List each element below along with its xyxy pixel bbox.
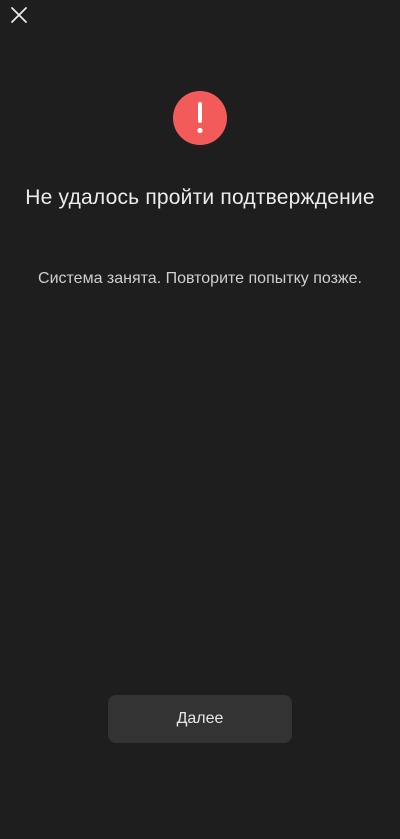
verification-failed-screen: Не удалось пройти подтверждение Система … <box>0 0 400 839</box>
status-message: Система занята. Повторите попытку позже. <box>38 270 362 287</box>
page-title: Не удалось пройти подтверждение <box>25 186 375 209</box>
exclamation-icon <box>197 102 203 134</box>
close-icon <box>11 7 27 23</box>
close-button[interactable] <box>6 2 32 28</box>
error-badge <box>173 91 227 145</box>
next-button[interactable]: Далее <box>108 695 292 743</box>
